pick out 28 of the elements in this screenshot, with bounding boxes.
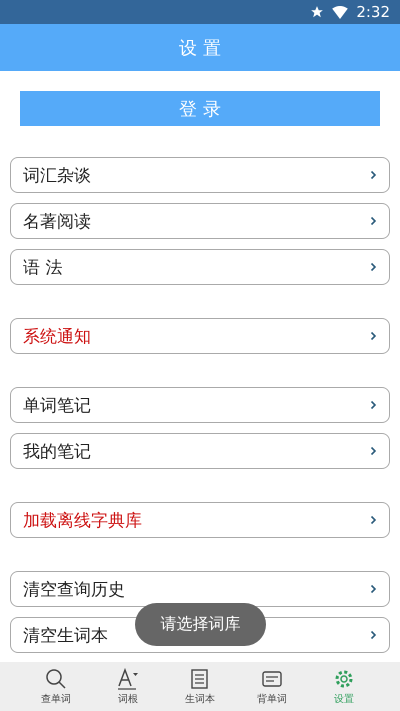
menu-item[interactable]: 加载离线字典库 <box>10 502 390 538</box>
chevron-icon <box>370 262 377 272</box>
chevron-icon <box>370 331 377 341</box>
search-icon <box>44 667 68 691</box>
tab[interactable]: 词根 <box>98 662 158 711</box>
chevron-icon <box>370 630 377 640</box>
menu-item[interactable]: 单词笔记 <box>10 387 390 423</box>
clock-time: 2:32 <box>356 3 390 21</box>
chevron-icon <box>370 216 377 226</box>
tab[interactable]: 背单词 <box>242 662 302 711</box>
menu-item[interactable]: 系统通知 <box>10 318 390 354</box>
chevron-icon <box>370 170 377 180</box>
chevron-icon <box>370 400 377 410</box>
star-icon <box>310 5 324 19</box>
menu-item[interactable]: 语 法 <box>10 249 390 285</box>
wifi-icon <box>332 6 348 18</box>
font-icon <box>116 667 140 691</box>
menu-item[interactable]: 清空查询历史 <box>10 571 390 607</box>
chevron-icon <box>370 515 377 525</box>
tab[interactable]: 查单词 <box>26 662 86 711</box>
tab[interactable]: 生词本 <box>170 662 230 711</box>
chevron-icon <box>370 584 377 594</box>
header-title: 设 置 <box>0 24 400 71</box>
menu-item[interactable]: 名著阅读 <box>10 203 390 239</box>
menu-item[interactable]: 词汇杂谈 <box>10 157 390 193</box>
menu-item[interactable]: 我的笔记 <box>10 433 390 469</box>
toast-message: 请选择词库 <box>135 603 266 646</box>
chevron-icon <box>370 446 377 456</box>
